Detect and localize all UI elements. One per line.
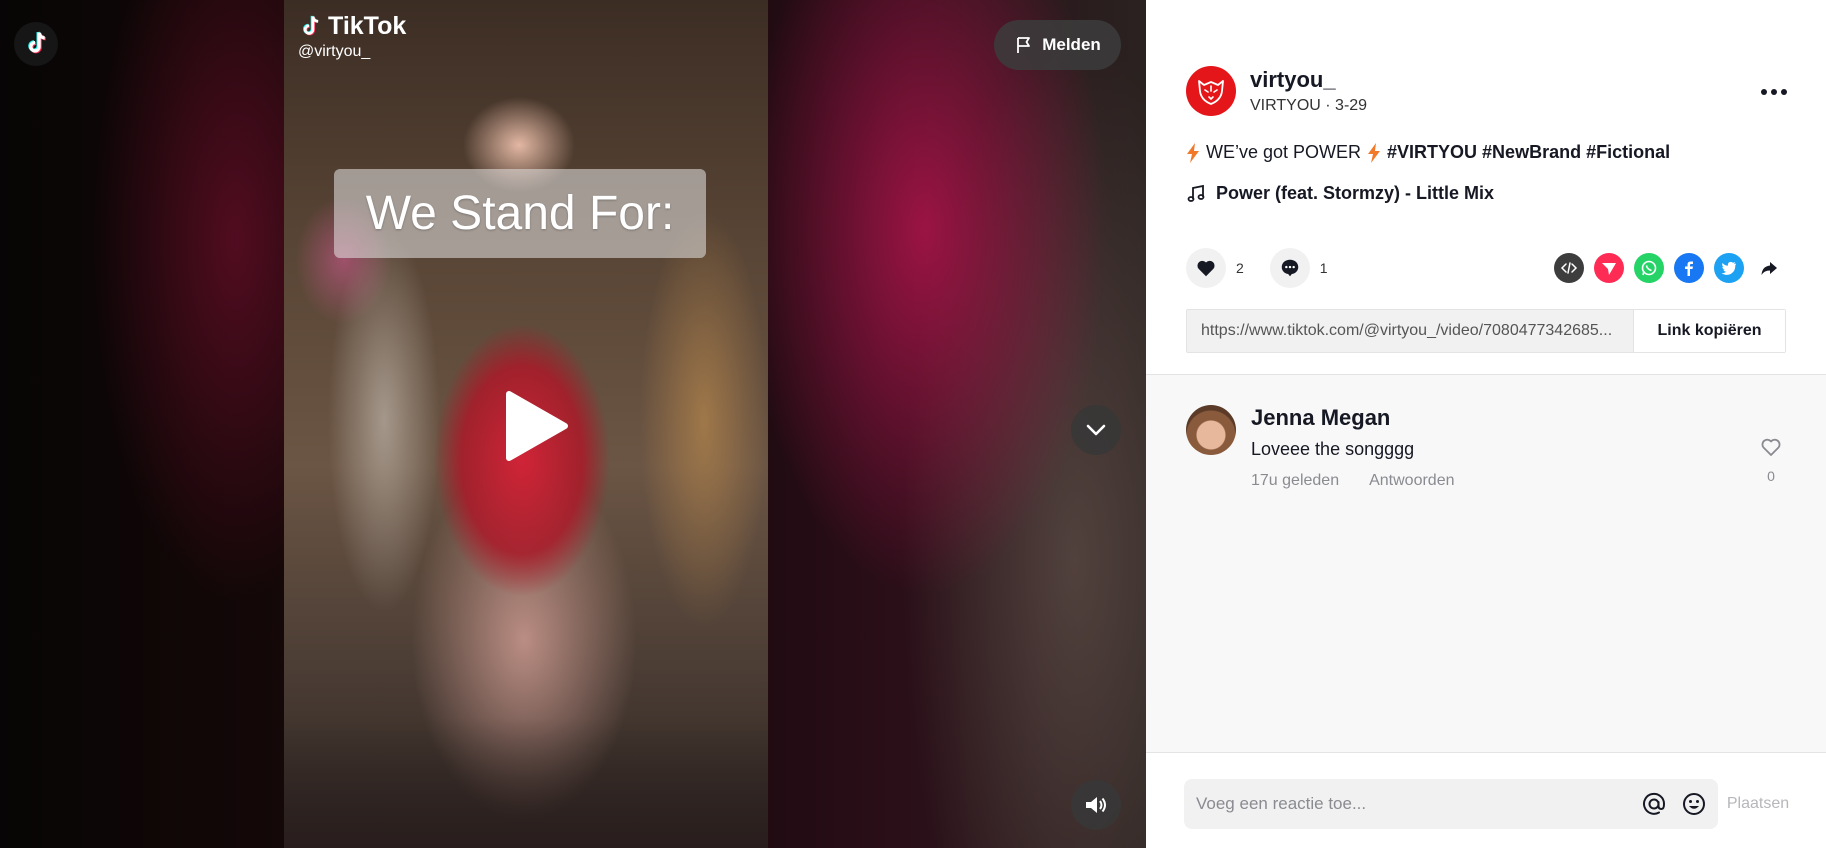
commenter-avatar[interactable] <box>1186 405 1236 455</box>
next-video-button[interactable] <box>1071 405 1121 455</box>
caption-text: WE’ve got POWER <box>1206 142 1362 163</box>
comment-count: 1 <box>1319 260 1328 276</box>
music-title: Power (feat. Stormzy) - Little Mix <box>1216 183 1495 203</box>
info-pane: virtyou_ VIRTYOU · 3-29 WE’ve got POWER … <box>1146 0 1826 848</box>
more-options-button[interactable] <box>1754 80 1794 104</box>
comment-item: Jenna Megan Loveee the songggg 17u geled… <box>1186 405 1786 490</box>
dot-icon <box>1771 89 1777 95</box>
video-pane: TikTok @virtyou_ We Stand For: Melden <box>0 0 1146 848</box>
comment-author[interactable]: Jenna Megan <box>1251 405 1786 431</box>
volume-button[interactable] <box>1071 780 1121 830</box>
lightning-bolt-icon <box>1367 142 1381 164</box>
watermark-brand: TikTok <box>328 12 407 40</box>
comment-like-count: 0 <box>1767 468 1775 484</box>
like-button[interactable] <box>1186 248 1226 288</box>
tiger-logo-icon <box>1198 80 1224 105</box>
dot-icon <box>1781 89 1787 95</box>
copy-link-button[interactable]: Link kopiëren <box>1633 310 1785 352</box>
emoji-icon[interactable] <box>1678 788 1710 820</box>
video-bottom-shade <box>284 718 768 848</box>
tiktok-note-icon <box>303 15 319 35</box>
report-label: Melden <box>1042 35 1101 54</box>
post-description: WE’ve got POWER #VIRTYOU #NewBrand #Fict… <box>1186 142 1670 164</box>
share-link-box: https://www.tiktok.com/@virtyou_/video/7… <box>1186 309 1786 353</box>
author-username[interactable]: virtyou_ <box>1250 67 1367 93</box>
share-link-text[interactable]: https://www.tiktok.com/@virtyou_/video/7… <box>1187 310 1633 352</box>
lightning-bolt-icon <box>1186 142 1200 164</box>
comment-time: 17u geleden <box>1251 472 1340 489</box>
like-count: 2 <box>1236 260 1244 276</box>
send-to-friends-icon[interactable] <box>1594 253 1624 283</box>
share-row <box>1554 253 1784 283</box>
post-comment-button[interactable]: Plaatsen <box>1718 779 1798 829</box>
share-arrow-icon[interactable] <box>1754 253 1784 283</box>
post-actions: 2 1 <box>1186 248 1354 288</box>
play-icon[interactable] <box>501 388 571 464</box>
comment-reply-button[interactable]: Antwoorden <box>1369 472 1454 490</box>
chevron-down-icon <box>1086 424 1106 436</box>
mention-icon[interactable] <box>1638 788 1670 820</box>
comments-list: Jenna Megan Loveee the songggg 17u geled… <box>1146 374 1826 752</box>
volume-icon <box>1086 797 1106 813</box>
comment-button[interactable] <box>1269 248 1310 288</box>
music-note-icon <box>1187 184 1205 202</box>
tiktok-home-logo-icon[interactable] <box>14 22 58 66</box>
comment-bar: Plaatsen <box>1146 752 1826 848</box>
comment-like: 0 <box>1756 435 1786 484</box>
author-avatar[interactable] <box>1186 66 1236 116</box>
facebook-icon[interactable] <box>1674 253 1704 283</box>
embed-icon[interactable] <box>1554 253 1584 283</box>
watermark-logo: TikTok <box>296 12 406 41</box>
video-overlay-caption: We Stand For: <box>334 169 706 258</box>
hashtags[interactable]: #VIRTYOU #NewBrand #Fictional <box>1387 142 1670 163</box>
author-subline: VIRTYOU · 3-29 <box>1250 97 1368 114</box>
twitter-icon[interactable] <box>1714 253 1744 283</box>
dot-icon <box>1761 89 1767 95</box>
whatsapp-icon[interactable] <box>1634 253 1664 283</box>
watermark-handle: @virtyou_ <box>298 43 371 60</box>
flag-icon <box>1017 37 1031 53</box>
author-block: virtyou_ VIRTYOU · 3-29 <box>1186 66 1367 116</box>
comment-bubble-icon <box>1281 259 1299 277</box>
heart-outline-icon[interactable] <box>1759 435 1783 459</box>
comment-input-wrap <box>1184 779 1718 829</box>
comment-input[interactable] <box>1184 794 1638 814</box>
video-player[interactable]: TikTok @virtyou_ We Stand For: <box>284 0 768 848</box>
heart-icon <box>1197 260 1215 277</box>
video-watermark: TikTok @virtyou_ <box>296 12 406 61</box>
comment-text: Loveee the songggg <box>1251 439 1415 459</box>
report-button[interactable]: Melden <box>994 20 1121 70</box>
music-link[interactable]: Power (feat. Stormzy) - Little Mix <box>1186 183 1494 204</box>
